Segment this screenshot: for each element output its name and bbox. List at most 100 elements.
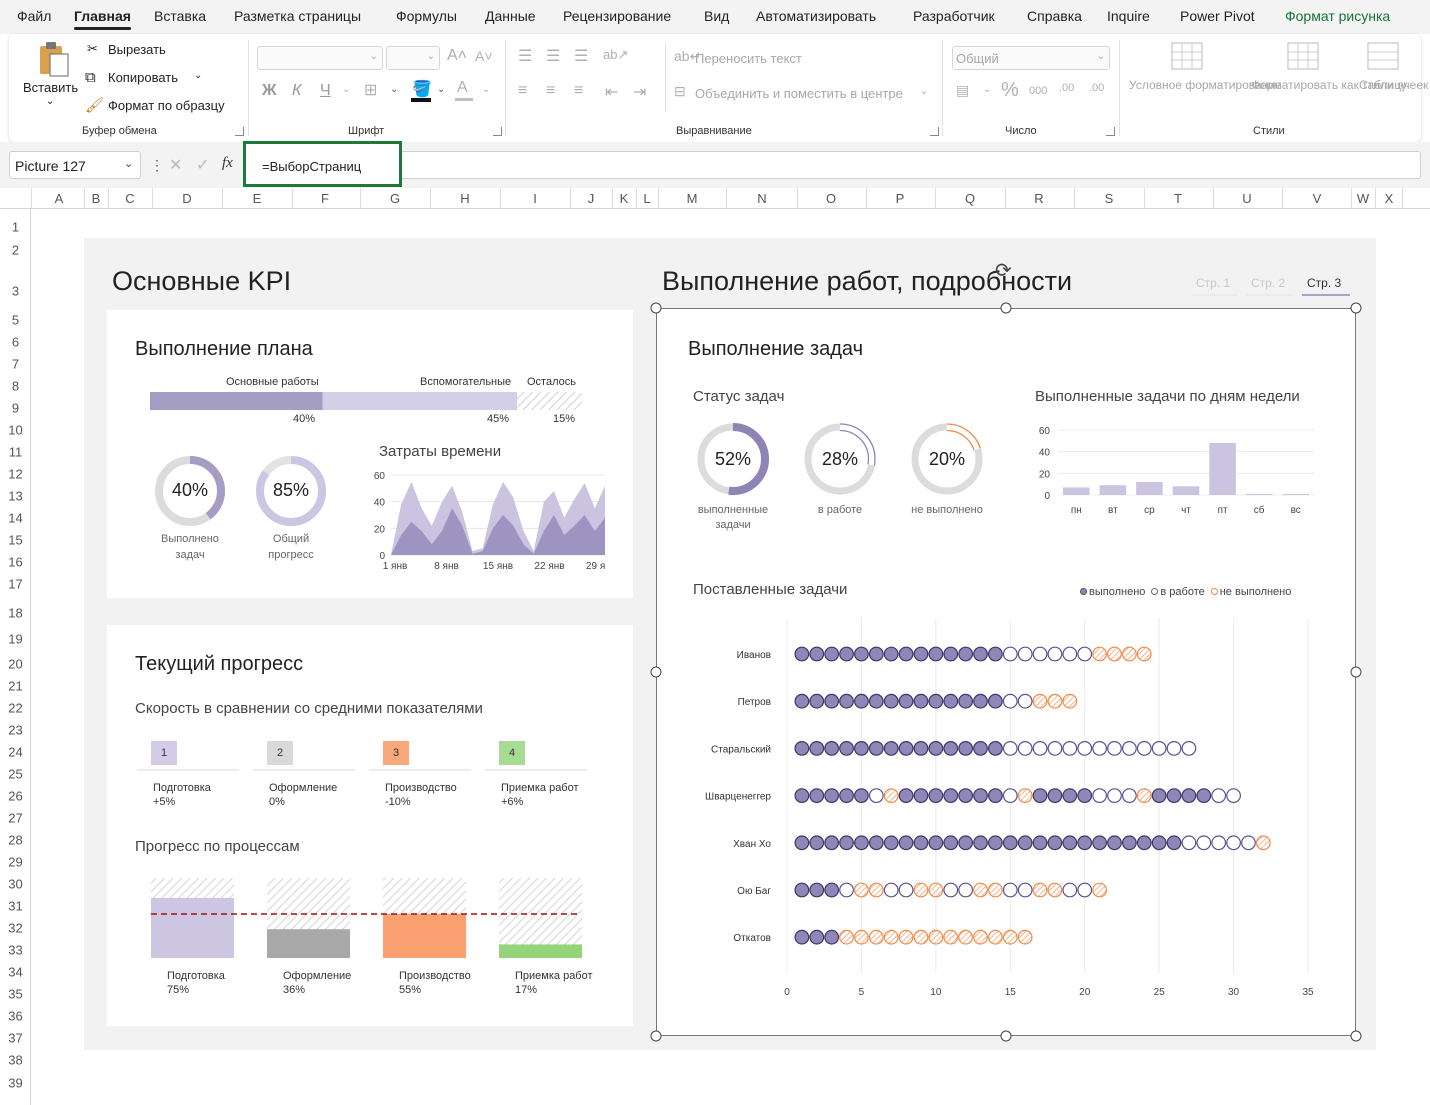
conditional-format-button[interactable]: Условное форматирование (1129, 77, 1282, 94)
merge-center-button[interactable]: Объединить и поместить в центре (695, 86, 903, 101)
formula-input[interactable]: =ВыборСтраниц (243, 141, 402, 187)
align-middle-icon[interactable]: ☰ (546, 46, 560, 66)
resize-handle[interactable] (1350, 666, 1362, 678)
paste-button[interactable]: Вставить (23, 80, 78, 95)
donut-overall-progress-label: Общий прогресс (268, 533, 314, 561)
font-name-dropdown[interactable]: ⌄ (257, 46, 383, 70)
menu-item-12[interactable]: Inquire (1107, 8, 1150, 24)
insert-function-button[interactable]: fx (222, 155, 233, 172)
menu-item-10[interactable]: Разработчик (913, 8, 995, 24)
menu-item-7[interactable]: Рецензирование (563, 8, 671, 24)
resize-handle[interactable] (1000, 1030, 1012, 1042)
name-box[interactable]: Picture 127 ⌄ (9, 151, 141, 179)
menu-item-1[interactable]: Файл (17, 8, 51, 24)
dialog-launcher-icon[interactable] (493, 127, 502, 136)
align-center-icon[interactable]: ≡ (546, 82, 555, 100)
menu-item-9[interactable]: Автоматизировать (756, 8, 876, 24)
font-color-icon[interactable]: A (457, 79, 468, 97)
formula-input-extension[interactable] (402, 151, 1421, 179)
increase-indent-icon[interactable]: ⇥ (633, 82, 646, 102)
chevron-down-icon[interactable]: ⌄ (437, 84, 445, 95)
chevron-down-icon[interactable]: ⌄ (983, 84, 991, 95)
tab-page-3[interactable]: Стр. 3 (1307, 276, 1341, 290)
row-header-1: 1 (11, 219, 20, 235)
more-options-icon[interactable]: ⋮ (150, 157, 164, 174)
menu-item-11[interactable]: Справка (1027, 8, 1082, 24)
format-as-table-button[interactable]: Форматировать как таблицу (1251, 77, 1407, 94)
resize-handle[interactable] (1350, 302, 1362, 314)
cell-styles-icon[interactable] (1367, 42, 1399, 70)
align-bottom-icon[interactable]: ☰ (574, 46, 588, 66)
increase-decimal-button[interactable]: .00 (1059, 82, 1074, 94)
chevron-down-icon[interactable]: ⌄ (342, 84, 350, 95)
tab-page-2[interactable]: Стр. 2 (1251, 276, 1285, 290)
wrap-text-button[interactable]: Переносить текст (695, 51, 802, 66)
format-table-icon[interactable] (1287, 42, 1319, 70)
merge-icon[interactable]: ⊟ (674, 83, 686, 100)
scissors-icon[interactable]: ✂ (87, 41, 98, 57)
percent-button[interactable]: % (1001, 79, 1019, 102)
grow-font-icon[interactable]: A˄ (447, 47, 467, 65)
y-tick-label: 60 (374, 471, 386, 482)
copy-button[interactable]: Копировать (108, 70, 178, 85)
shrink-font-icon[interactable]: A˅ (475, 48, 493, 64)
underline-button[interactable]: Ч (320, 82, 331, 100)
borders-icon[interactable]: ⊞ (364, 80, 377, 100)
cut-button[interactable]: Вырезать (108, 42, 166, 57)
dialog-launcher-icon[interactable] (1106, 127, 1115, 136)
column-header-o: O (825, 191, 837, 206)
format-painter-button[interactable]: Формат по образцу (108, 98, 225, 113)
process-bar-1 (151, 898, 234, 958)
number-format-dropdown[interactable]: Общий ⌄ (952, 46, 1110, 70)
menu-item-14[interactable]: Формат рисунка (1285, 8, 1390, 24)
bold-button[interactable]: Ж (262, 82, 276, 100)
font-size-dropdown[interactable]: ⌄ (386, 46, 440, 70)
row-header-18: 18 (8, 605, 23, 621)
menu-item-8[interactable]: Вид (704, 8, 729, 24)
menu-item-2[interactable]: Главная (74, 8, 131, 30)
orientation-icon[interactable]: ab↗ (603, 47, 628, 63)
paste-icon[interactable] (37, 40, 71, 80)
thousands-button[interactable]: 000 (1029, 85, 1047, 97)
picture-selection-frame[interactable] (656, 308, 1356, 1036)
row-header-24: 24 (8, 744, 23, 760)
decrease-decimal-button[interactable]: .00 (1089, 82, 1104, 94)
row-header-6: 6 (11, 334, 20, 350)
menu-item-5[interactable]: Формулы (396, 8, 457, 24)
row-header-10: 10 (8, 422, 23, 438)
chevron-down-icon[interactable]: ⌄ (482, 84, 490, 95)
dialog-launcher-icon[interactable] (235, 127, 244, 136)
copy-icon[interactable]: ⧉ (85, 69, 96, 86)
format-painter-icon[interactable]: 🖌 (85, 96, 104, 114)
accounting-format-icon[interactable]: ▤ (956, 82, 969, 99)
menu-item-4[interactable]: Разметка страницы (234, 8, 361, 24)
align-left-icon[interactable]: ≡ (518, 82, 527, 100)
resize-handle[interactable] (1350, 1030, 1362, 1042)
chevron-down-icon[interactable]: ⌄ (194, 70, 202, 81)
resize-handle[interactable] (650, 302, 662, 314)
align-right-icon[interactable]: ≡ (574, 82, 583, 100)
decrease-indent-icon[interactable]: ⇤ (605, 82, 618, 102)
enter-icon[interactable]: ✓ (196, 155, 209, 175)
italic-button[interactable]: К (292, 82, 301, 100)
align-top-icon[interactable]: ☰ (518, 46, 532, 66)
tab-page-1[interactable]: Стр. 1 (1196, 276, 1230, 290)
chevron-down-icon[interactable]: ⌄ (46, 96, 54, 107)
dialog-launcher-icon[interactable] (930, 127, 939, 136)
fill-color-icon[interactable]: 🪣 (412, 79, 432, 99)
resize-handle[interactable] (650, 666, 662, 678)
menu-item-3[interactable]: Вставка (154, 8, 206, 24)
resize-handle[interactable] (1000, 302, 1012, 314)
chevron-down-icon[interactable]: ⌄ (390, 84, 398, 95)
conditional-format-icon[interactable] (1171, 42, 1203, 70)
chevron-down-icon[interactable]: ⌄ (920, 86, 928, 97)
row-header-9: 9 (11, 400, 20, 416)
progress-title: Текущий прогресс (135, 653, 304, 675)
cell-styles-button[interactable]: Стили ячеек (1359, 77, 1428, 94)
rotate-handle-icon[interactable]: ⟳ (995, 258, 1012, 283)
menu-item-6[interactable]: Данные (485, 8, 536, 24)
menu-item-13[interactable]: Power Pivot (1180, 8, 1255, 24)
resize-handle[interactable] (650, 1030, 662, 1042)
chevron-down-icon[interactable]: ⌄ (124, 157, 133, 170)
cancel-icon[interactable]: ✕ (169, 155, 182, 175)
